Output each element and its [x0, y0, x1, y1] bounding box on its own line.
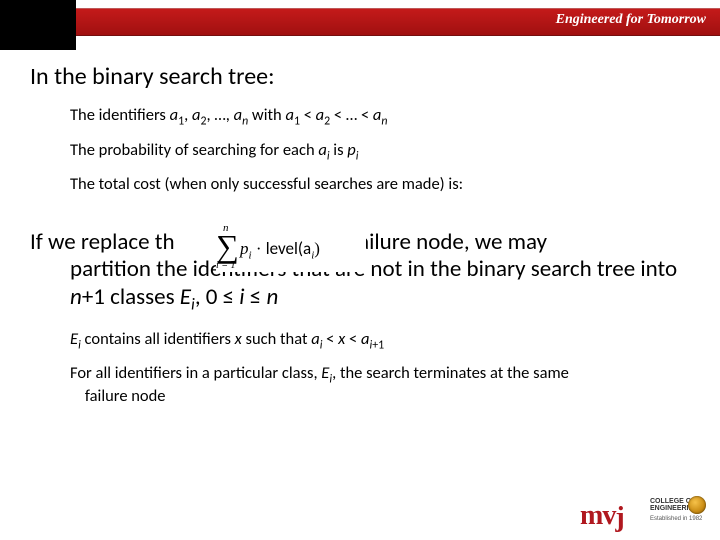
formula-p: p	[240, 239, 249, 258]
sigma-icon: ∑	[216, 230, 239, 262]
header-bar: Engineered for Tomorrow	[0, 8, 720, 36]
bullet-item: The probability of searching for each ai…	[70, 141, 690, 164]
cost-formula: n ∑ i = 1 pi · level(ai)	[216, 228, 366, 272]
heading-1: In the binary search tree:	[30, 62, 690, 92]
sum-lower: i = 1	[216, 260, 236, 271]
formula-level: level(a	[266, 238, 311, 259]
bullet-item: Ei contains all identifiers x such that …	[70, 330, 690, 353]
formula-dot: ·	[252, 239, 266, 258]
seal-icon	[688, 496, 706, 514]
formula-body: pi · level(ai)	[240, 238, 320, 261]
formula-close: )	[314, 239, 320, 258]
header-tagline: Engineered for Tomorrow	[556, 12, 706, 28]
bullet-item: For all identifiers in a particular clas…	[70, 364, 690, 406]
header-black-box	[0, 0, 76, 50]
bullet-item: The total cost (when only successful sea…	[70, 175, 690, 195]
footer-logo: mvj COLLEGE OF ENGINEERING Established i…	[580, 494, 708, 532]
bullet-item: The identifiers a1, a2, …, an with a1 < …	[70, 106, 690, 129]
brand-text: mvj	[580, 500, 624, 532]
established-text: Established in 1982	[650, 516, 702, 522]
